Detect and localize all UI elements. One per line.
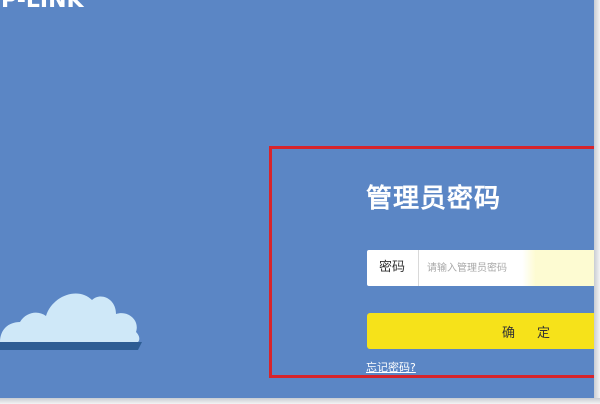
tp-link-logo: TP-LINK <box>0 0 84 13</box>
login-title: 管理员密码 <box>366 184 502 214</box>
window-edge-bottom <box>0 398 600 404</box>
window-edge-right <box>594 0 600 404</box>
login-page: TP-LINK 管理员密码 密码 确定 忘记密码? <box>0 0 594 398</box>
password-input[interactable] <box>419 250 594 286</box>
password-label: 密码 <box>378 260 405 275</box>
confirm-button[interactable]: 确定 <box>367 313 594 349</box>
password-row: 密码 <box>367 250 594 286</box>
forgot-password-link[interactable]: 忘记密码? <box>366 359 416 375</box>
cloud-icon <box>0 293 142 350</box>
